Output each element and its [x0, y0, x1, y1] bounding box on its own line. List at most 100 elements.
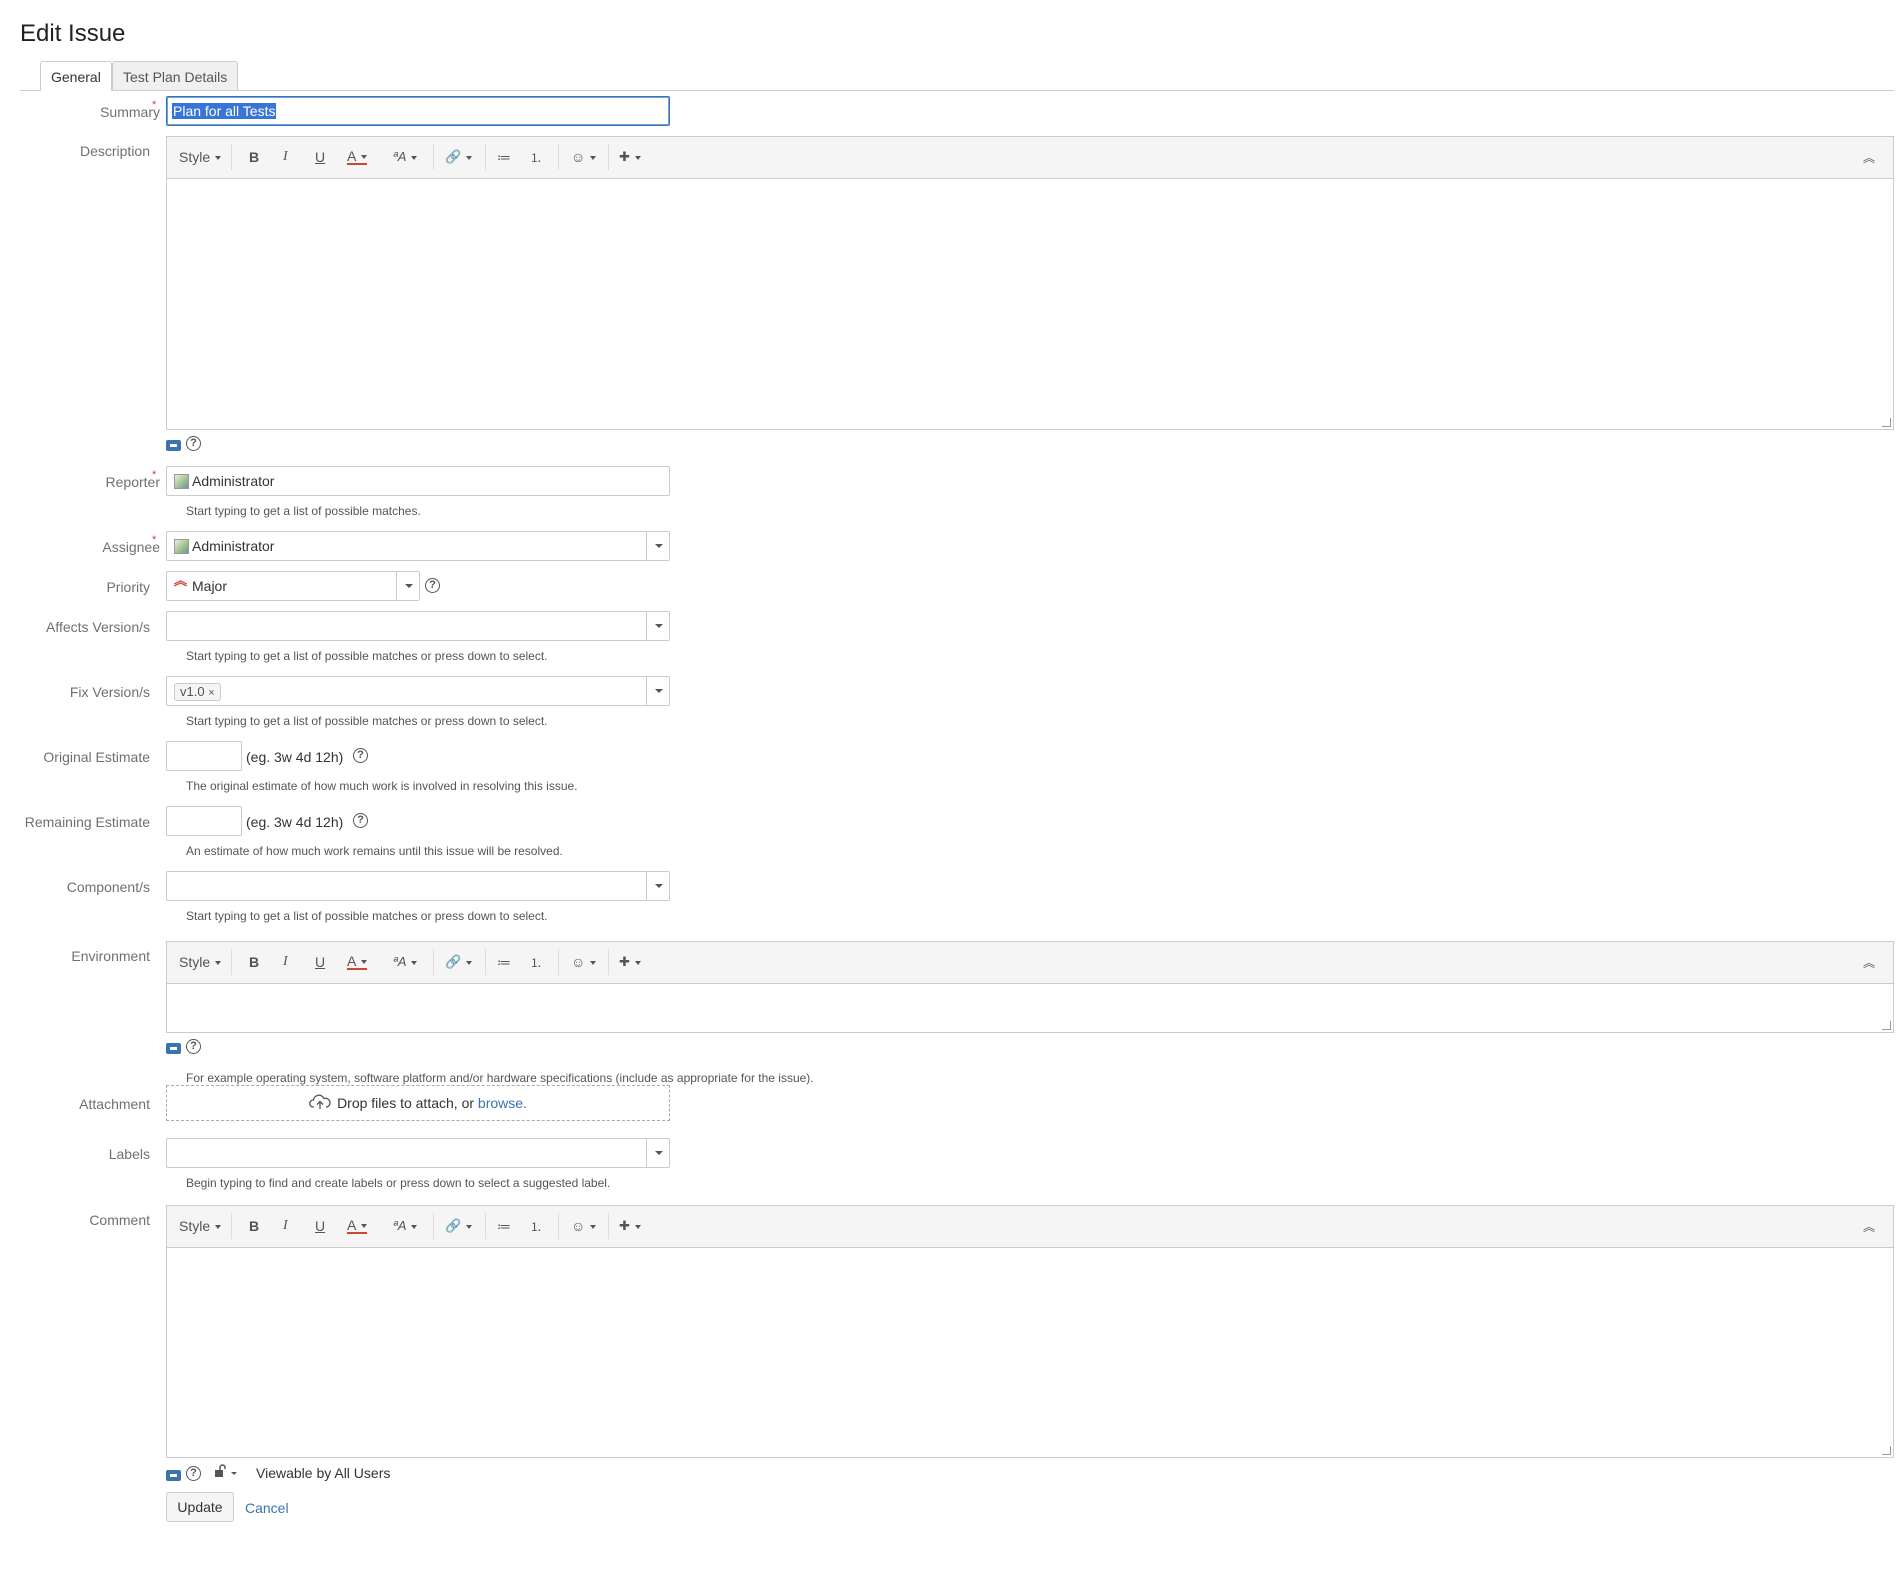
labels-hint: Begin typing to find and create labels o…	[186, 1176, 611, 1190]
help-icon[interactable]: ?	[353, 748, 368, 763]
numbered-list-icon[interactable]: ⒈	[530, 954, 542, 971]
chevron-down-icon[interactable]	[646, 532, 669, 560]
update-button[interactable]: Update	[166, 1492, 234, 1522]
reporter-input[interactable]: Administrator	[166, 466, 670, 496]
resize-handle[interactable]	[1882, 418, 1891, 427]
insert-more-icon[interactable]: ✚	[619, 149, 641, 165]
labels-label: Labels	[108, 1146, 150, 1162]
underline-button[interactable]: U	[315, 149, 325, 165]
reporter-value: Administrator	[192, 473, 275, 489]
wiki-renderer-icon[interactable]	[166, 1043, 181, 1054]
original-estimate-input[interactable]	[166, 741, 242, 771]
emoticon-icon[interactable]: ☺	[571, 954, 596, 970]
emoticon-icon[interactable]: ☺	[571, 149, 596, 165]
underline-button[interactable]: U	[315, 954, 325, 970]
text-color-button[interactable]: A	[347, 954, 368, 970]
wiki-renderer-icon[interactable]	[166, 1470, 181, 1481]
style-dropdown[interactable]: Style	[179, 149, 221, 165]
chevron-down-icon[interactable]	[646, 612, 669, 640]
text-color-button[interactable]: A	[347, 149, 368, 165]
browse-link[interactable]: browse.	[478, 1095, 527, 1111]
insert-more-icon[interactable]: ✚	[619, 954, 641, 970]
resize-handle[interactable]	[1882, 1446, 1891, 1455]
attachment-dropzone[interactable]: Drop files to attach, or browse.	[166, 1085, 670, 1121]
reporter-required-mark: *	[152, 469, 157, 481]
help-icon[interactable]: ?	[186, 436, 201, 451]
assignee-select[interactable]: Administrator	[166, 531, 670, 561]
numbered-list-icon[interactable]: ⒈	[530, 149, 542, 166]
italic-button[interactable]: I	[283, 954, 288, 970]
description-label: Description	[79, 143, 150, 159]
summary-value: Plan for all Tests	[172, 103, 277, 119]
link-icon[interactable]: 🔗	[445, 1218, 472, 1234]
help-icon[interactable]: ?	[353, 813, 368, 828]
chevron-down-icon[interactable]	[646, 872, 669, 900]
fix-version-select[interactable]: v1.0 ×	[166, 676, 670, 706]
insert-more-icon[interactable]: ✚	[619, 1218, 641, 1234]
bullet-list-icon[interactable]: ≔	[497, 1218, 511, 1235]
page-title: Edit Issue	[20, 20, 126, 47]
link-icon[interactable]: 🔗	[445, 149, 472, 165]
remaining-estimate-label: Remaining Estimate	[24, 814, 150, 830]
upload-cloud-icon	[309, 1088, 331, 1109]
chevron-down-icon[interactable]	[646, 677, 669, 705]
summary-input[interactable]: Plan for all Tests	[166, 96, 670, 126]
bullet-list-icon[interactable]: ≔	[497, 954, 511, 971]
original-estimate-example: (eg. 3w 4d 12h)	[246, 749, 344, 765]
tab-test-plan-details[interactable]: Test Plan Details	[112, 61, 239, 90]
italic-button[interactable]: I	[283, 1218, 288, 1234]
summary-required-mark: *	[152, 99, 157, 111]
bullet-list-icon[interactable]: ≔	[497, 149, 511, 166]
affects-version-hint: Start typing to get a list of possible m…	[186, 649, 548, 663]
bold-button[interactable]: B	[249, 149, 259, 165]
text-effects-button[interactable]: ªA	[393, 149, 417, 164]
bold-button[interactable]: B	[249, 954, 259, 970]
affects-version-select[interactable]	[166, 611, 670, 641]
remaining-estimate-example: (eg. 3w 4d 12h)	[246, 814, 344, 830]
components-label: Component/s	[66, 879, 150, 895]
fix-version-label: Fix Version/s	[69, 684, 150, 700]
help-icon[interactable]: ?	[186, 1039, 201, 1054]
collapse-toolbar-icon[interactable]: ︽	[1863, 149, 1875, 166]
unlock-icon[interactable]	[214, 1464, 237, 1478]
cancel-link[interactable]: Cancel	[245, 1500, 289, 1516]
summary-label: Summary	[100, 104, 160, 120]
remove-tag-icon[interactable]: ×	[208, 687, 214, 699]
italic-button[interactable]: I	[283, 149, 288, 165]
reporter-hint: Start typing to get a list of possible m…	[186, 504, 421, 518]
resize-handle[interactable]	[1882, 1021, 1891, 1030]
description-editor[interactable]: Style B I U A ªA 🔗 ≔ ⒈ ☺ ✚ ︽	[166, 136, 1894, 430]
chevron-down-icon[interactable]	[396, 572, 419, 600]
text-effects-button[interactable]: ªA	[393, 1218, 417, 1233]
underline-button[interactable]: U	[315, 1218, 325, 1234]
numbered-list-icon[interactable]: ⒈	[530, 1218, 542, 1235]
wiki-renderer-icon[interactable]	[166, 440, 181, 451]
style-dropdown[interactable]: Style	[179, 954, 221, 970]
comment-toolbar: Style B I U A ªA 🔗 ≔ ⒈ ☺ ✚ ︽	[167, 1206, 1893, 1248]
bold-button[interactable]: B	[249, 1218, 259, 1234]
priority-label: Priority	[106, 579, 150, 595]
environment-toolbar: Style B I U A ªA 🔗 ≔ ⒈ ☺ ✚ ︽	[167, 942, 1893, 984]
help-icon[interactable]: ?	[425, 578, 440, 593]
priority-value: Major	[192, 578, 228, 594]
text-color-button[interactable]: A	[347, 1218, 368, 1234]
help-icon[interactable]: ?	[186, 1466, 201, 1481]
tab-bar: General Test Plan Details	[20, 60, 1894, 91]
comment-editor[interactable]: Style B I U A ªA 🔗 ≔ ⒈ ☺ ✚ ︽	[166, 1205, 1894, 1458]
link-icon[interactable]: 🔗	[445, 954, 472, 970]
environment-editor[interactable]: Style B I U A ªA 🔗 ≔ ⒈ ☺ ✚ ︽	[166, 941, 1894, 1033]
assignee-required-mark: *	[152, 534, 157, 546]
components-select[interactable]	[166, 871, 670, 901]
collapse-toolbar-icon[interactable]: ︽	[1863, 1218, 1875, 1235]
priority-select[interactable]: ︽ Major	[166, 571, 420, 601]
labels-select[interactable]	[166, 1138, 670, 1168]
emoticon-icon[interactable]: ☺	[571, 1218, 596, 1234]
collapse-toolbar-icon[interactable]: ︽	[1863, 954, 1875, 971]
components-hint: Start typing to get a list of possible m…	[186, 909, 548, 923]
tab-general[interactable]: General	[40, 61, 112, 91]
chevron-down-icon[interactable]	[646, 1139, 669, 1167]
attachment-drop-text: Drop files to attach, or	[337, 1095, 475, 1111]
remaining-estimate-input[interactable]	[166, 806, 242, 836]
style-dropdown[interactable]: Style	[179, 1218, 221, 1234]
text-effects-button[interactable]: ªA	[393, 954, 417, 969]
